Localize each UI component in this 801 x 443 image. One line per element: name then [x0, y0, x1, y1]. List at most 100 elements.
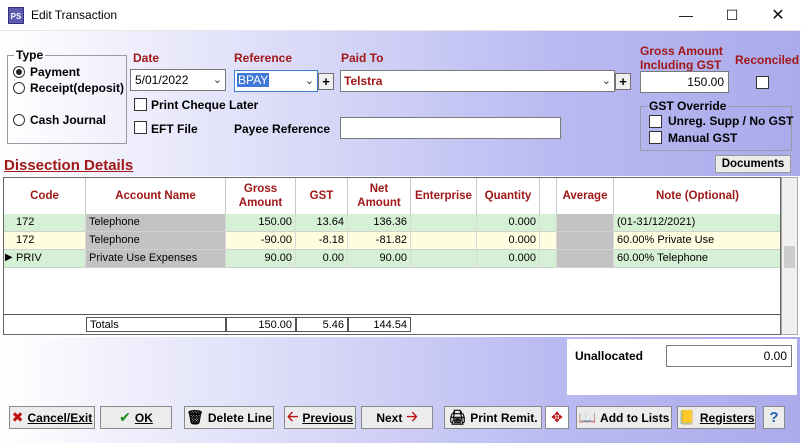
- column-header-account-name[interactable]: Account Name: [86, 178, 226, 214]
- cell-note[interactable]: (01-31/12/2021): [614, 214, 780, 232]
- cancel-exit-label: Cancel/Exit: [27, 410, 93, 425]
- chevron-down-icon[interactable]: ⌄: [602, 74, 611, 87]
- cell-quantity[interactable]: 0.000: [477, 214, 540, 232]
- cell-gross[interactable]: 90.00: [226, 250, 296, 268]
- cell-net[interactable]: 90.00: [348, 250, 411, 268]
- type-cash-journal-radio[interactable]: [13, 114, 25, 126]
- cell-gross[interactable]: 150.00: [226, 214, 296, 232]
- cell-average[interactable]: [557, 232, 614, 250]
- maximize-button[interactable]: ☐: [709, 0, 755, 31]
- payee-reference-label: Payee Reference: [234, 122, 331, 136]
- column-header-net-amount[interactable]: Net Amount: [348, 178, 411, 214]
- column-header-note[interactable]: Note (Optional): [614, 178, 780, 214]
- help-button[interactable]: ?: [763, 406, 785, 429]
- reconciled-checkbox[interactable]: [756, 76, 769, 89]
- type-cash-journal-label: Cash Journal: [30, 113, 107, 127]
- totals-label: Totals: [86, 317, 226, 332]
- unreg-supp-checkbox[interactable]: [649, 115, 662, 128]
- payee-reference-input[interactable]: [340, 117, 561, 139]
- cell-account[interactable]: Telephone: [86, 232, 226, 250]
- grid-scrollbar[interactable]: [781, 177, 798, 335]
- ok-button[interactable]: ✔ OK: [100, 406, 172, 429]
- registers-button[interactable]: 📒 Registers: [677, 406, 756, 429]
- type-legend: Type: [16, 48, 44, 62]
- totals-gst: 5.46: [296, 317, 348, 332]
- cancel-exit-button[interactable]: ✖ Cancel/Exit: [9, 406, 95, 429]
- date-value: 5/01/2022: [135, 73, 189, 87]
- type-payment-radio[interactable]: [13, 66, 25, 78]
- arrow-left-icon: 🡠: [286, 407, 299, 424]
- close-button[interactable]: ✕: [755, 0, 801, 31]
- cell-enterprise[interactable]: [411, 250, 477, 268]
- gross-amount-input[interactable]: 150.00: [640, 71, 729, 93]
- cell-account[interactable]: Private Use Expenses: [86, 250, 226, 268]
- ok-label: OK: [134, 410, 153, 425]
- column-header-gst[interactable]: GST: [296, 178, 348, 214]
- cell-blank[interactable]: [540, 250, 557, 268]
- window-title: Edit Transaction: [31, 8, 118, 22]
- cell-note[interactable]: 60.00% Telephone: [614, 250, 780, 268]
- delete-line-label: Delete Line: [207, 410, 272, 425]
- cell-note[interactable]: 60.00% Private Use: [614, 232, 780, 250]
- paid-to-value: Telstra: [344, 74, 383, 88]
- cell-average[interactable]: [557, 214, 614, 232]
- eft-file-checkbox[interactable]: [134, 121, 147, 134]
- cell-code[interactable]: 172: [4, 232, 86, 250]
- scrollbar-thumb[interactable]: [784, 246, 795, 268]
- date-label: Date: [133, 51, 160, 65]
- title-bar: PS Edit Transaction — ☐ ✕: [0, 0, 801, 31]
- type-receipt-radio[interactable]: [13, 82, 25, 94]
- reference-add-button[interactable]: +: [318, 73, 334, 90]
- cell-quantity[interactable]: 0.000: [477, 250, 540, 268]
- cell-gst[interactable]: 13.64: [296, 214, 348, 232]
- cell-gst[interactable]: -8.18: [296, 232, 348, 250]
- column-header-blank[interactable]: [540, 178, 557, 214]
- print-cheque-checkbox[interactable]: [134, 98, 147, 111]
- cell-gst[interactable]: 0.00: [296, 250, 348, 268]
- cell-code[interactable]: 172: [4, 214, 86, 232]
- cell-enterprise[interactable]: [411, 214, 477, 232]
- cell-blank[interactable]: [540, 214, 557, 232]
- checkmark-icon: ✔: [119, 409, 131, 425]
- cell-net[interactable]: -81.82: [348, 232, 411, 250]
- dissection-grid[interactable]: Code Account Name Gross Amount GST Net A…: [3, 177, 781, 335]
- printer-icon: 🖨: [448, 409, 467, 425]
- column-header-gross-amount[interactable]: Gross Amount: [226, 178, 296, 214]
- reference-combo[interactable]: BPAY ⌄: [234, 70, 318, 92]
- gross-amount-value: 150.00: [687, 75, 724, 89]
- column-header-quantity[interactable]: Quantity: [477, 178, 540, 214]
- table-row[interactable]: PRIV Private Use Expenses 90.00 0.00 90.00 0.…: [4, 250, 780, 268]
- add-to-lists-button[interactable]: 📖 Add to Lists: [576, 406, 672, 429]
- previous-button[interactable]: 🡠 Previous: [284, 406, 356, 429]
- cell-code[interactable]: PRIV: [4, 250, 86, 268]
- delete-line-button[interactable]: 🗑 Delete Line: [184, 406, 274, 429]
- date-picker[interactable]: 5/01/2022 ⌄: [130, 69, 226, 91]
- documents-button[interactable]: Documents: [715, 155, 791, 173]
- cell-blank[interactable]: [540, 232, 557, 250]
- cell-net[interactable]: 136.36: [348, 214, 411, 232]
- trash-icon: 🗑: [186, 409, 204, 425]
- cell-enterprise[interactable]: [411, 232, 477, 250]
- unallocated-label: Unallocated: [575, 349, 644, 363]
- paid-to-combo[interactable]: Telstra ⌄: [340, 70, 615, 92]
- cell-average[interactable]: [557, 250, 614, 268]
- table-row[interactable]: 172 Telephone 150.00 13.64 136.36 0.000 (01-31…: [4, 214, 780, 232]
- table-row[interactable]: 172 Telephone -90.00 -8.18 -81.82 0.000 60.00%…: [4, 232, 780, 250]
- cell-quantity[interactable]: 0.000: [477, 232, 540, 250]
- paid-to-add-button[interactable]: +: [615, 73, 631, 90]
- column-header-average[interactable]: Average: [557, 178, 614, 214]
- column-header-enterprise[interactable]: Enterprise: [411, 178, 477, 214]
- chevron-down-icon[interactable]: ⌄: [213, 73, 222, 86]
- chevron-down-icon[interactable]: ⌄: [305, 74, 314, 87]
- cell-gross[interactable]: -90.00: [226, 232, 296, 250]
- column-header-code[interactable]: Code: [4, 178, 86, 214]
- minimize-button[interactable]: —: [663, 0, 709, 31]
- cancel-x-icon: ✖: [11, 409, 24, 425]
- next-label: Next: [376, 410, 403, 425]
- print-remit-button[interactable]: 🖨 Print Remit.: [444, 406, 542, 429]
- next-button[interactable]: Next 🡢: [361, 406, 433, 429]
- expand-button[interactable]: ✥: [545, 406, 569, 429]
- eft-file-label: EFT File: [151, 122, 198, 136]
- cell-account[interactable]: Telephone: [86, 214, 226, 232]
- manual-gst-checkbox[interactable]: [649, 131, 662, 144]
